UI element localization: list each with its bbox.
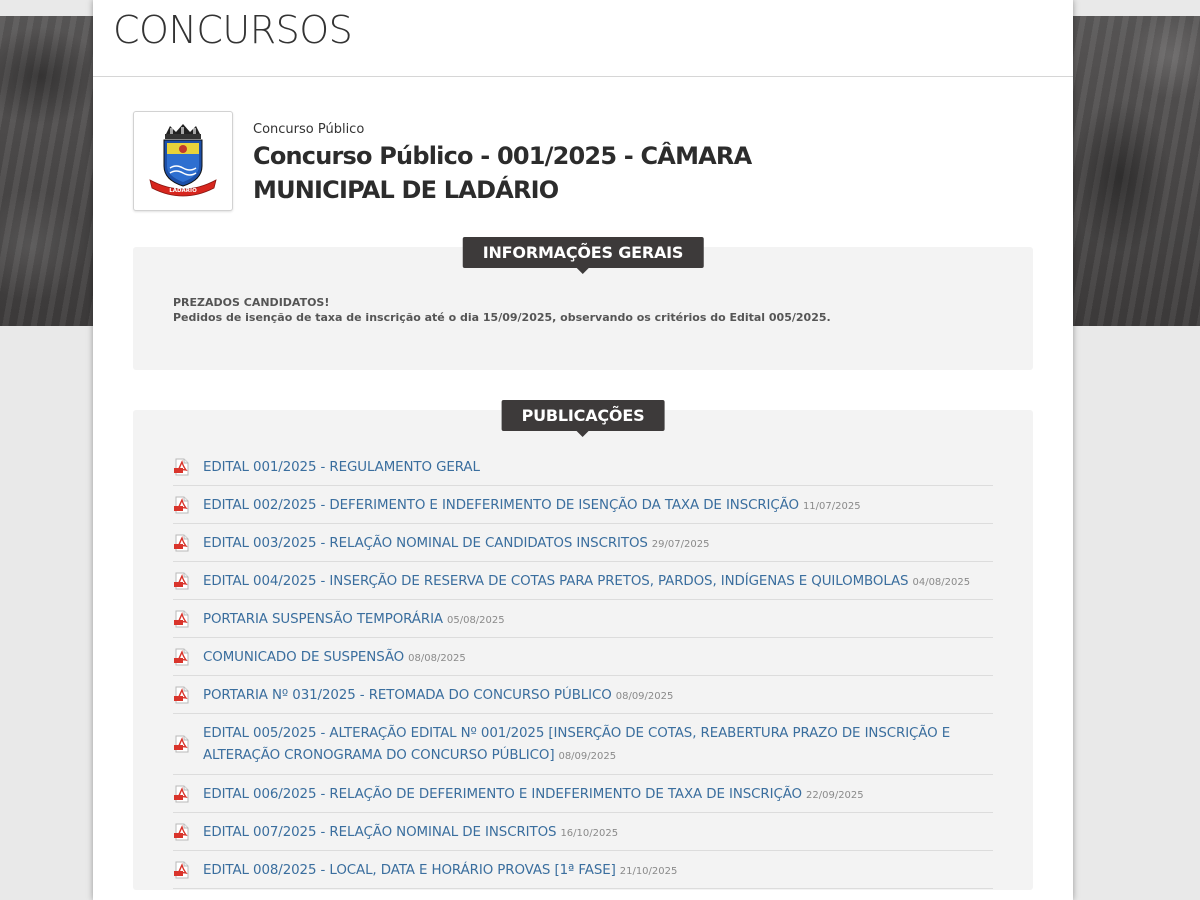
pdf-icon: [173, 823, 191, 841]
pdf-icon: [173, 572, 191, 590]
pdf-icon: [173, 534, 191, 552]
concurso-logo: LADÁRIO: [133, 111, 233, 211]
publication-item: EDITAL 002/2025 - DEFERIMENTO E INDEFERI…: [173, 486, 993, 524]
publication-link[interactable]: EDITAL 001/2025 - REGULAMENTO GERAL: [203, 460, 480, 475]
publication-item: EDITAL 008/2025 - LOCAL, DATA E HORÁRIO …: [173, 851, 993, 889]
publication-date: 11/07/2025: [802, 501, 861, 512]
publication-date: 08/08/2025: [408, 653, 466, 664]
ladario-coat-of-arms-logo: LADÁRIO: [149, 124, 217, 197]
pdf-icon: [173, 735, 191, 753]
publication-link[interactable]: EDITAL 007/2025 - RELAÇÃO NOMINAL DE INS…: [203, 825, 557, 840]
label-arrow: [576, 431, 589, 437]
label-arrow: [576, 268, 589, 274]
pdf-icon: [173, 686, 191, 704]
publication-item: PORTARIA SUSPENSÃO TEMPORÁRIA 05/08/2025: [173, 600, 993, 638]
pdf-icon: [173, 648, 191, 666]
pdf-icon: [173, 610, 191, 628]
publication-link[interactable]: COMUNICADO DE SUSPENSÃO: [203, 650, 404, 665]
publication-date: 05/08/2025: [446, 615, 505, 626]
publication-date: 21/10/2025: [619, 866, 678, 877]
publication-date: 04/08/2025: [912, 577, 971, 588]
publication-item: EDITAL 001/2025 - REGULAMENTO GERAL: [173, 448, 993, 486]
concurso-category: Concurso Público: [253, 122, 365, 137]
publication-link[interactable]: EDITAL 006/2025 - RELAÇÃO DE DEFERIMENTO…: [203, 787, 802, 802]
publication-date: 29/07/2025: [651, 539, 710, 550]
general-info-text: PREZADOS CANDIDATOS! Pedidos de isenção …: [173, 295, 831, 325]
publication-link[interactable]: EDITAL 008/2025 - LOCAL, DATA E HORÁRIO …: [203, 863, 616, 878]
publications-panel: PUBLICAÇÕES EDITAL 001/2025 - REGULAMENT…: [133, 400, 1033, 890]
page-title: CONCURSOS: [113, 8, 353, 52]
pdf-icon: [173, 496, 191, 514]
publication-item: EDITAL 006/2025 - RELAÇÃO DE DEFERIMENTO…: [173, 775, 993, 813]
pdf-icon: [173, 458, 191, 476]
publication-date: 16/10/2025: [560, 828, 619, 839]
info-line-2: Pedidos de isenção de taxa de inscrição …: [173, 311, 831, 324]
publication-link[interactable]: EDITAL 002/2025 - DEFERIMENTO E INDEFERI…: [203, 498, 799, 513]
publications-label: PUBLICAÇÕES: [501, 400, 665, 437]
publication-item: EDITAL 005/2025 - ALTERAÇÃO EDITAL Nº 00…: [173, 714, 993, 775]
info-line-1: PREZADOS CANDIDATOS!: [173, 296, 330, 309]
svg-text:LADÁRIO: LADÁRIO: [169, 187, 197, 194]
publication-date: 22/09/2025: [806, 790, 864, 801]
publication-item: PORTARIA Nº 031/2025 - RETOMADA DO CONCU…: [173, 676, 993, 714]
general-info-label: INFORMAÇÕES GERAIS: [462, 237, 704, 274]
publication-item: EDITAL 004/2025 - INSERÇÃO DE RESERVA DE…: [173, 562, 993, 600]
publication-link[interactable]: PORTARIA SUSPENSÃO TEMPORÁRIA: [203, 612, 443, 627]
general-info-panel: INFORMAÇÕES GERAIS PREZADOS CANDIDATOS! …: [133, 237, 1033, 370]
publication-item: EDITAL 003/2025 - RELAÇÃO NOMINAL DE CAN…: [173, 524, 993, 562]
pdf-icon: [173, 861, 191, 879]
concurso-header: LADÁRIO Concurso Público Concurso Públic…: [133, 111, 1033, 211]
publication-date: 08/09/2025: [615, 691, 674, 702]
page-header: CONCURSOS: [93, 0, 1073, 77]
publication-link[interactable]: EDITAL 003/2025 - RELAÇÃO NOMINAL DE CAN…: [203, 536, 648, 551]
publication-date: 08/09/2025: [558, 751, 617, 762]
pdf-icon: [173, 785, 191, 803]
content-card: CONCURSOS LADÁRIO Concurso Público Concu…: [93, 0, 1073, 900]
publication-link[interactable]: EDITAL 004/2025 - INSERÇÃO DE RESERVA DE…: [203, 574, 909, 589]
publication-item: COMUNICADO DE SUSPENSÃO 08/08/2025: [173, 638, 993, 676]
concurso-title: Concurso Público - 001/2025 - CÂMARA MUN…: [253, 142, 752, 204]
publication-item: EDITAL 007/2025 - RELAÇÃO NOMINAL DE INS…: [173, 813, 993, 851]
publication-link[interactable]: PORTARIA Nº 031/2025 - RETOMADA DO CONCU…: [203, 688, 612, 703]
publications-list: EDITAL 001/2025 - REGULAMENTO GERAL EDITA…: [173, 448, 993, 889]
